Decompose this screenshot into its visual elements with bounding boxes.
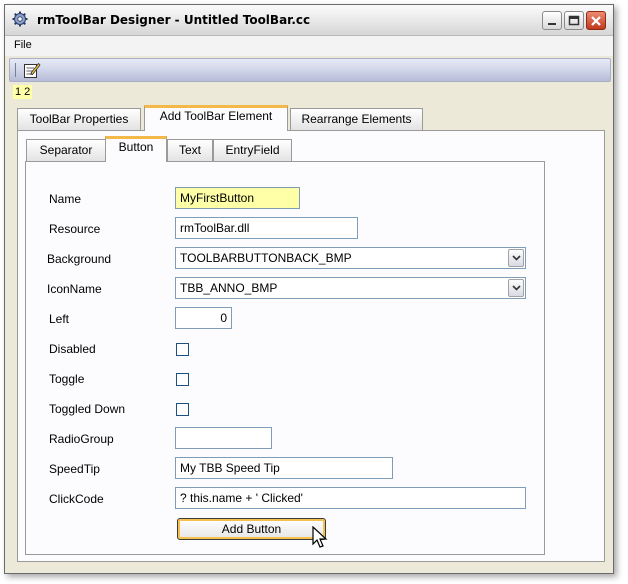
toolbar: [9, 58, 611, 82]
disabled-label: Disabled: [49, 342, 96, 356]
maximize-icon: [568, 15, 580, 26]
gear-icon: [12, 11, 28, 27]
toggled-down-checkbox[interactable]: [176, 403, 189, 416]
menu-file[interactable]: File: [14, 39, 32, 51]
iconname-dropdown-button[interactable]: [508, 279, 524, 297]
toolbar-grip[interactable]: [15, 63, 18, 77]
tab-rearrange-elements[interactable]: Rearrange Elements: [290, 108, 423, 130]
chevron-down-icon: [512, 285, 521, 291]
background-dropdown-button[interactable]: [508, 249, 524, 267]
background-select-value: TOOLBARBUTTONBACK_BMP: [180, 251, 352, 265]
toolbar-numbers: 1 2: [13, 85, 33, 99]
subtab-text[interactable]: Text: [167, 139, 213, 161]
name-input[interactable]: MyFirstButton: [175, 187, 300, 209]
clickcode-label: ClickCode: [49, 492, 104, 506]
mouse-pointer-icon: [312, 526, 328, 548]
resource-input[interactable]: rmToolBar.dll: [175, 217, 358, 239]
subtab-entryfield[interactable]: EntryField: [213, 139, 292, 161]
disabled-checkbox[interactable]: [176, 343, 189, 356]
background-label: Background: [47, 252, 112, 266]
menu-bar: File: [5, 36, 613, 56]
clickcode-input[interactable]: ? this.name + ' Clicked': [175, 487, 526, 509]
speedtip-input[interactable]: My TBB Speed Tip: [175, 457, 393, 479]
title-bar[interactable]: rmToolBar Designer - Untitled ToolBar.cc: [5, 5, 613, 36]
toggle-label: Toggle: [49, 372, 85, 386]
minimize-button[interactable]: [542, 11, 562, 30]
iconname-select-value: TBB_ANNO_BMP: [180, 281, 278, 295]
iconname-label: IconName: [47, 282, 102, 296]
left-input[interactable]: 0: [175, 307, 232, 329]
toggle-checkbox[interactable]: [176, 373, 189, 386]
app-window: rmToolBar Designer - Untitled ToolBar.cc…: [4, 4, 614, 574]
radiogroup-label: RadioGroup: [49, 432, 114, 446]
resource-label: Resource: [49, 222, 101, 236]
radiogroup-input[interactable]: [175, 427, 272, 449]
background-select[interactable]: TOOLBARBUTTONBACK_BMP: [175, 247, 526, 269]
maximize-button[interactable]: [564, 11, 584, 30]
toggled-down-label: Toggled Down: [49, 402, 126, 416]
add-button[interactable]: Add Button: [177, 518, 326, 540]
tab-toolbar-properties[interactable]: ToolBar Properties: [17, 108, 141, 130]
tab-panel: Separator Button Text EntryField Name My…: [17, 130, 605, 562]
chevron-down-icon: [512, 255, 521, 261]
speedtip-label: SpeedTip: [49, 462, 100, 476]
subtab-button[interactable]: Button: [105, 136, 167, 162]
close-icon: [591, 16, 601, 26]
tab-add-toolbar-element[interactable]: Add ToolBar Element: [144, 105, 288, 131]
name-label: Name: [49, 192, 82, 206]
iconname-select[interactable]: TBB_ANNO_BMP: [175, 277, 526, 299]
subtab-separator[interactable]: Separator: [26, 139, 106, 161]
button-form-panel: Name MyFirstButton Resource rmToolBar.dl…: [25, 161, 545, 555]
pencil-notepad-icon[interactable]: [23, 61, 41, 79]
left-label: Left: [49, 312, 70, 326]
window-title: rmToolBar Designer - Untitled ToolBar.cc: [37, 13, 311, 27]
close-button[interactable]: [586, 11, 606, 30]
minimize-icon: [548, 23, 556, 25]
